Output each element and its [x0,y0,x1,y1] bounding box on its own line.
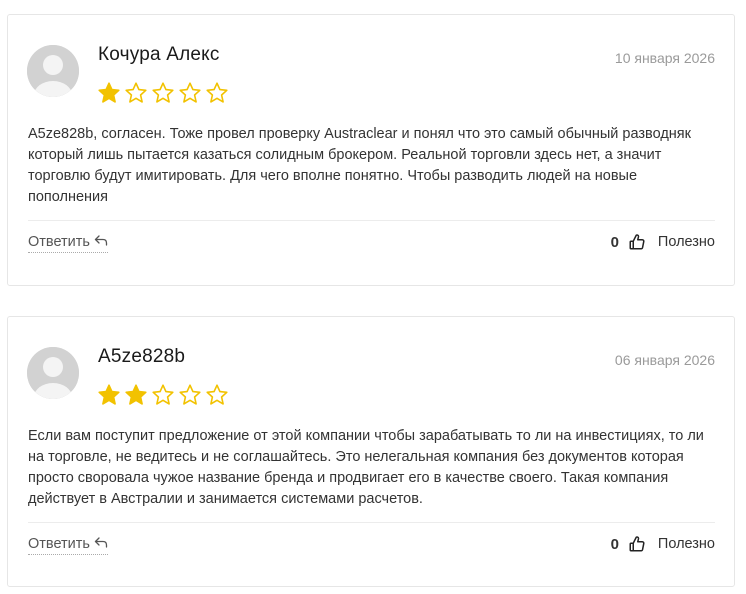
star-rating [97,81,229,105]
review-author: A5ze828b [98,346,186,367]
user-avatar-icon [27,347,79,399]
reply-button[interactable]: Ответить [28,234,108,253]
helpful-label: Полезно [657,234,715,250]
reply-button[interactable]: Ответить [28,536,108,555]
star-empty-icon [205,81,229,105]
review-date: 10 января 2026 [614,50,715,66]
reply-arrow-icon [94,234,108,250]
helpful-section: 0 Полезно [611,535,715,553]
review-date: 06 января 2026 [614,352,715,368]
review-text: A5ze828b, согласен. Тоже провел проверку… [28,126,691,205]
review-card: A5ze828b 06 января 2026 Если вам поступи… [7,316,735,587]
thumbs-up-icon[interactable] [628,535,646,553]
star-rating [97,383,229,407]
review-author: Кочура Алекс [98,44,220,65]
star-empty-icon [151,81,175,105]
star-empty-icon [205,383,229,407]
star-empty-icon [124,81,148,105]
thumbs-up-icon[interactable] [628,233,646,251]
star-empty-icon [178,81,202,105]
review-text: Если вам поступит предложение от этой ко… [28,428,704,507]
divider [28,220,715,221]
helpful-count: 0 [610,535,619,553]
helpful-label: Полезно [657,536,715,552]
star-empty-icon [178,383,202,407]
user-avatar-icon [27,45,79,97]
helpful-count: 0 [610,233,619,251]
helpful-section: 0 Полезно [611,233,715,251]
divider [28,522,715,523]
star-filled-icon [124,383,148,407]
star-filled-icon [97,383,121,407]
star-empty-icon [151,383,175,407]
reply-arrow-icon [94,536,108,552]
review-card: Кочура Алекс 10 января 2026 A5ze828b, со… [7,14,735,286]
reply-label: Ответить [28,536,90,552]
star-filled-icon [97,81,121,105]
reply-label: Ответить [28,234,90,250]
